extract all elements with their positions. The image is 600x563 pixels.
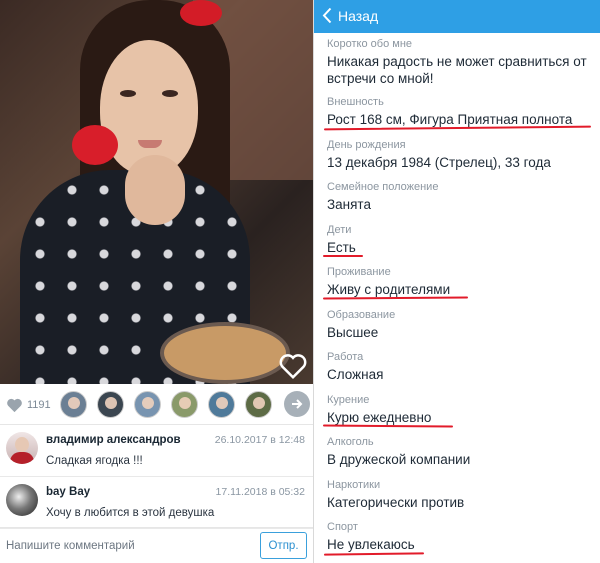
field-value-line: Никакая радость не может сравниться от [327, 54, 587, 69]
field-children: Дети Есть [327, 224, 597, 256]
likes-row: 1191 [0, 384, 313, 425]
liker-avatar[interactable] [60, 391, 87, 418]
field-value: Есть [327, 240, 356, 255]
field-label: День рождения [327, 139, 406, 151]
field-label: Алкоголь [327, 436, 374, 448]
field-label: Спорт [327, 521, 358, 533]
comment-item: bay Bay 17.11.2018 в 05:32 Хочу в любитс… [0, 477, 313, 529]
send-comment-button[interactable]: Отпр. [260, 532, 307, 559]
field-label: Наркотики [327, 479, 381, 491]
comment-date: 26.10.2017 в 12:48 [214, 434, 305, 446]
field-label: Работа [327, 351, 364, 363]
top-bar: Назад [314, 0, 600, 33]
heart-icon [7, 398, 22, 413]
field-value: Высшее [327, 325, 379, 340]
commenter-avatar[interactable] [6, 484, 38, 516]
comment-text: Сладкая ягодка !!! [46, 455, 143, 467]
field-value: Сложная [327, 367, 384, 382]
more-likers-arrow-icon[interactable] [284, 391, 310, 417]
back-label: Назад [338, 7, 379, 24]
field-label: Коротко обо мне [327, 38, 413, 50]
field-value: Живу с родителями [327, 282, 451, 297]
field-value: В дружеской компании [327, 452, 471, 467]
field-marital-status: Семейное положение Занята [327, 181, 597, 213]
photo-eye-right [162, 90, 178, 97]
field-label: Проживание [327, 266, 391, 278]
photo-hand [125, 155, 185, 225]
field-drugs: Наркотики Категорически против [327, 479, 597, 511]
like-heart-icon[interactable] [278, 352, 308, 380]
field-label: Внешность [327, 96, 384, 108]
field-value: Категорически против [327, 495, 465, 510]
liker-avatar[interactable] [171, 391, 198, 418]
field-value: Никакая радость не может сравниться от в… [327, 53, 597, 87]
photo-eye-left [120, 90, 136, 97]
red-underline [323, 255, 363, 257]
profile-photo[interactable] [0, 0, 313, 384]
likes-count: 1191 [27, 399, 51, 411]
back-button[interactable]: Назад [322, 7, 378, 24]
field-smoking: Курение Курю ежедневно [327, 394, 597, 426]
liker-avatar[interactable] [134, 391, 161, 418]
commenter-avatar[interactable] [6, 432, 38, 464]
chevron-left-icon [322, 7, 332, 24]
field-education: Образование Высшее [327, 309, 597, 341]
field-value-line: встречи со мной! [327, 71, 434, 86]
left-panel: 1191 владимир александров 26.10.2017 в 1… [0, 0, 313, 563]
comment-text: Хочу в любится в этой девушка [46, 507, 215, 519]
field-residence: Проживание Живу с родителями [327, 266, 597, 298]
field-value: 13 декабря 1984 (Стрелец), 33 года [327, 155, 551, 170]
liker-avatar[interactable] [97, 391, 124, 418]
field-label: Дети [327, 224, 352, 236]
commenter-name[interactable]: bay Bay [46, 486, 90, 498]
field-label: Семейное положение [327, 181, 439, 193]
field-appearance: Внешность Рост 168 см, Фигура Приятная п… [327, 96, 597, 128]
field-value: Занята [327, 197, 371, 212]
field-about: Коротко обо мне Никакая радость не может… [327, 38, 597, 87]
field-value: Не увлекаюсь [327, 537, 415, 552]
field-birthday: День рождения 13 декабря 1984 (Стрелец),… [327, 139, 597, 171]
photo-red-flower [72, 125, 118, 165]
comment-input[interactable] [6, 535, 246, 557]
photo-red-bow [180, 0, 222, 26]
comment-composer: Отпр. [0, 527, 313, 563]
field-alcohol: Алкоголь В дружеской компании [327, 436, 597, 468]
likes-counter[interactable]: 1191 [6, 395, 51, 415]
comment-item: владимир александров 26.10.2017 в 12:48 … [0, 425, 313, 477]
red-underline [322, 424, 454, 428]
liker-avatar[interactable] [245, 391, 272, 418]
right-panel: Назад Коротко обо мне Никакая радость не… [313, 0, 600, 563]
red-underline [322, 296, 469, 300]
field-label: Образование [327, 309, 396, 321]
field-label: Курение [327, 394, 370, 406]
liker-avatar[interactable] [208, 391, 235, 418]
red-underline [323, 552, 425, 556]
commenter-name[interactable]: владимир александров [46, 434, 181, 446]
field-sport: Спорт Не увлекаюсь [327, 521, 597, 553]
comment-date: 17.11.2018 в 05:32 [215, 486, 305, 498]
field-value: Курю ежедневно [327, 410, 432, 425]
photo-plate [160, 322, 290, 384]
field-work: Работа Сложная [327, 351, 597, 383]
